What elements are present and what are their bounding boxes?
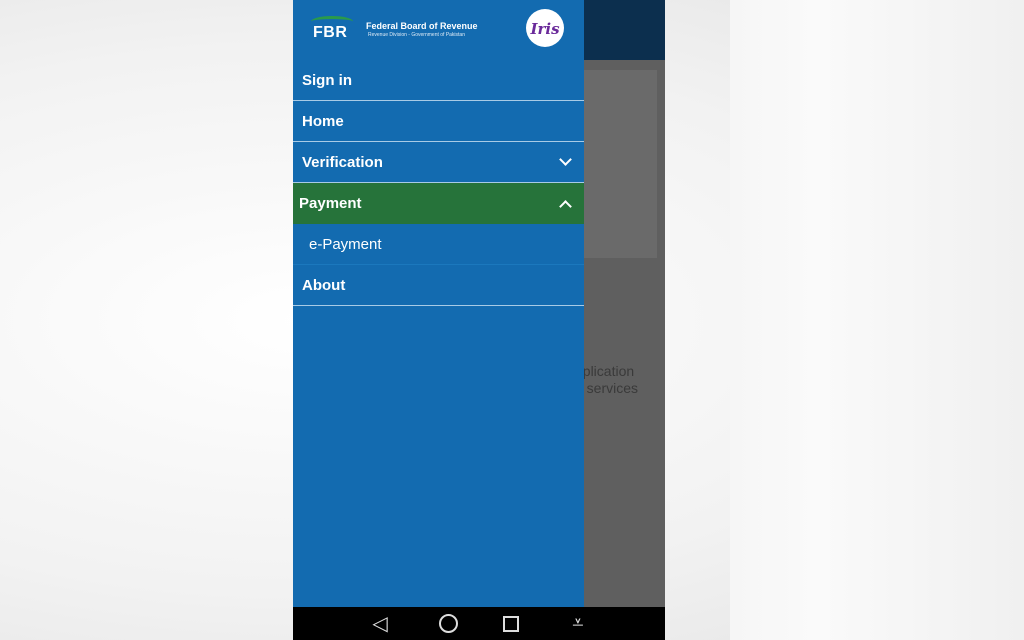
org-name: Federal Board of Revenue [366, 21, 478, 31]
menu-item-verification[interactable]: Verification [293, 142, 584, 183]
side-panel [730, 0, 1024, 640]
back-icon[interactable]: ◁ [365, 611, 395, 636]
org-subtitle: Revenue Division - Government of Pakista… [368, 32, 465, 38]
navigation-drawer: FBR Federal Board of Revenue Revenue Div… [293, 0, 584, 607]
menu-label: Verification [302, 153, 383, 171]
menu-item-e-payment[interactable]: e-Payment [293, 224, 584, 265]
hero-image [575, 70, 657, 258]
chevron-up-icon [559, 199, 572, 213]
chevron-down-icon [559, 153, 572, 166]
fbr-logo: FBR [310, 16, 354, 41]
menu-item-home[interactable]: Home [293, 101, 584, 142]
menu-item-about[interactable]: About [293, 265, 584, 306]
home-icon[interactable] [439, 614, 459, 633]
bg-text-1: pplication [575, 363, 635, 379]
phone-screen: pplication d services FBR Federal Board o… [293, 0, 665, 640]
menu-label: e-Payment [309, 235, 382, 253]
menu-label: Sign in [302, 71, 352, 89]
menu-item-sign-in[interactable]: Sign in [293, 60, 584, 101]
system-nav-bar: ◁ ⩡ [293, 607, 665, 640]
menu-label: About [302, 276, 346, 294]
bg-text-2: d services [575, 380, 639, 396]
drawer-header: FBR Federal Board of Revenue Revenue Div… [293, 0, 584, 60]
menu-item-payment[interactable]: Payment [293, 183, 584, 224]
background-text: pplication d services [575, 363, 638, 397]
menu-label: Payment [299, 195, 362, 212]
iris-logo: Iris [526, 9, 564, 47]
notification-pull-icon[interactable]: ⩡ [563, 612, 593, 635]
recents-icon[interactable] [502, 615, 519, 632]
menu-label: Home [302, 112, 344, 130]
